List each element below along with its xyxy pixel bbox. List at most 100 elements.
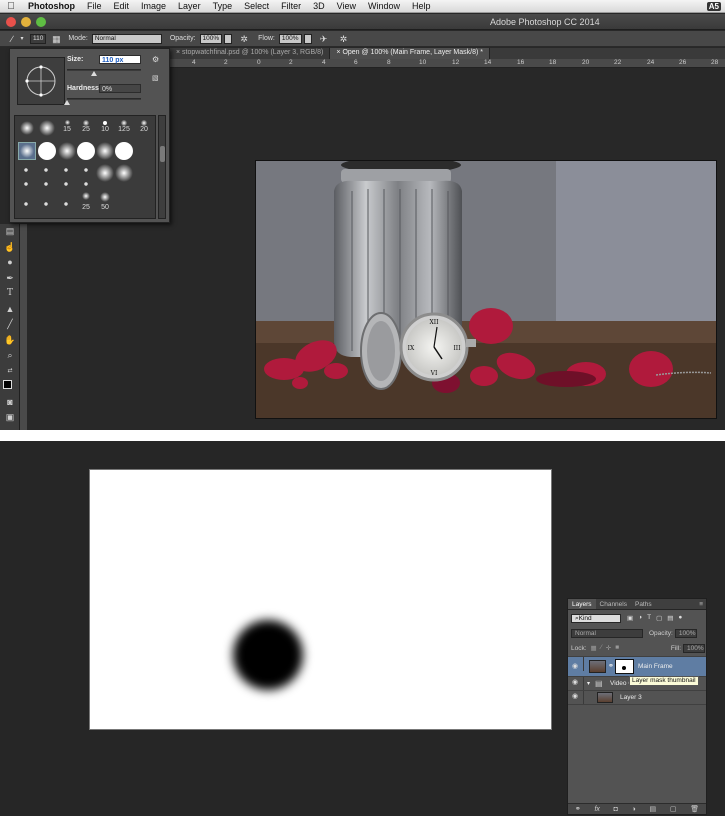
apple-icon[interactable]: : [0, 1, 22, 12]
brush-panel-toggle-icon[interactable]: ▦: [50, 33, 62, 45]
opacity-input[interactable]: 100%: [199, 33, 223, 44]
tab-channels[interactable]: Channels: [596, 599, 631, 609]
minimize-window-button[interactable]: [21, 17, 31, 27]
screen-mode-icon[interactable]: ▣: [0, 410, 20, 426]
swap-colors-icon[interactable]: ⇄: [0, 364, 20, 380]
presets-scrollbar[interactable]: [158, 115, 166, 219]
adobe-status-icon[interactable]: A5: [706, 1, 721, 11]
dodge-tool-icon[interactable]: ●: [0, 255, 20, 271]
trash-icon[interactable]: 🗑: [690, 805, 699, 813]
close-window-button[interactable]: [6, 17, 16, 27]
lock-pixels-icon[interactable]: ∕: [601, 644, 602, 652]
menu-edit[interactable]: Edit: [108, 1, 136, 11]
filter-toggle-icon[interactable]: ●: [678, 614, 682, 622]
visibility-eye-icon[interactable]: ◉: [572, 679, 580, 686]
canvas-photo[interactable]: XII III VI IX: [255, 160, 717, 419]
line-tool-icon[interactable]: ╱: [0, 317, 20, 333]
hand-tool-icon[interactable]: ✋: [0, 333, 20, 349]
add-mask-icon[interactable]: ◘: [614, 806, 618, 813]
brush-size-picker[interactable]: 110: [30, 33, 47, 44]
adjustment-layer-icon[interactable]: ◑: [632, 806, 636, 813]
foreground-color-swatch[interactable]: [3, 380, 12, 389]
brush-preset-selected[interactable]: [18, 142, 36, 160]
chain-link-icon[interactable]: ⚭: [608, 662, 614, 670]
brush-preset[interactable]: [115, 164, 133, 182]
hardness-slider-thumb[interactable]: [64, 100, 70, 105]
menu-layer[interactable]: Layer: [172, 1, 207, 11]
visibility-eye-icon[interactable]: ◉: [572, 663, 580, 670]
color-swatches[interactable]: [0, 379, 20, 395]
new-preset-icon[interactable]: ▧: [152, 74, 159, 82]
brush-angle-icon[interactable]: [18, 58, 66, 106]
zoom-tool-icon[interactable]: ⌕: [0, 348, 20, 364]
hardness-input[interactable]: 0%: [99, 84, 141, 93]
menu-image[interactable]: Image: [135, 1, 172, 11]
layer-mask-canvas[interactable]: [89, 469, 552, 730]
menu-3d[interactable]: 3D: [307, 1, 331, 11]
adjustment-filter-icon[interactable]: ◑: [638, 614, 642, 622]
layer-name[interactable]: Layer 3: [620, 694, 642, 701]
layer-row-layer-3[interactable]: ◉ Layer 3: [568, 690, 706, 705]
menu-window[interactable]: Window: [362, 1, 406, 11]
layer-thumbnail[interactable]: [589, 660, 606, 673]
pen-tool-icon[interactable]: ✒: [0, 271, 20, 287]
gradient-tool-icon[interactable]: ▤: [0, 224, 20, 240]
presets-scrollbar-thumb[interactable]: [160, 146, 165, 162]
tab-open[interactable]: × Open @ 100% (Main Frame, Layer Mask/8)…: [330, 48, 490, 59]
blend-mode-select[interactable]: Normal: [571, 628, 643, 638]
lock-position-icon[interactable]: ✛: [606, 644, 611, 652]
menu-filter[interactable]: Filter: [275, 1, 307, 11]
smudge-tool-icon[interactable]: ☝: [0, 240, 20, 256]
menu-type[interactable]: Type: [207, 1, 239, 11]
tab-stopwatchfinal[interactable]: × stopwatchfinal.psd @ 100% (Layer 3, RG…: [170, 48, 331, 59]
brush-preset[interactable]: [38, 119, 56, 137]
brush-preset[interactable]: [38, 142, 56, 160]
menu-help[interactable]: Help: [406, 1, 437, 11]
mode-select[interactable]: Normal: [91, 33, 162, 44]
tab-layers[interactable]: Layers: [568, 599, 596, 609]
visibility-eye-icon[interactable]: ◉: [572, 693, 580, 700]
layer-row-main-frame[interactable]: ◉ ⚭ Main Frame: [568, 656, 706, 676]
layer-opacity-input[interactable]: 100%: [674, 628, 697, 638]
panel-menu-icon[interactable]: ≡: [696, 599, 706, 609]
menu-view[interactable]: View: [331, 1, 362, 11]
tool-preset-dropdown-icon[interactable]: ▾: [18, 33, 26, 45]
fx-icon[interactable]: fx: [594, 806, 599, 813]
brush-preset[interactable]: [77, 142, 95, 160]
expand-triangle-icon[interactable]: ▾: [587, 680, 590, 687]
airbrush-icon[interactable]: ✈: [318, 33, 330, 45]
quick-mask-icon[interactable]: ◙: [0, 395, 20, 411]
lock-all-icon[interactable]: ■: [615, 644, 619, 652]
link-layers-icon[interactable]: ⚭: [575, 805, 581, 813]
brush-preset[interactable]: [96, 142, 114, 160]
hardness-slider[interactable]: [67, 98, 141, 100]
type-filter-icon[interactable]: T: [647, 614, 651, 622]
new-group-icon[interactable]: ▤: [650, 805, 657, 813]
menu-file[interactable]: File: [81, 1, 108, 11]
pressure-opacity-icon[interactable]: ✲: [238, 33, 250, 45]
shape-filter-icon[interactable]: ▢: [656, 614, 662, 622]
new-layer-icon[interactable]: ▢: [670, 805, 677, 813]
pressure-size-icon[interactable]: ✲: [338, 33, 350, 45]
brush-preset[interactable]: [96, 164, 114, 182]
layer-name[interactable]: Main Frame: [638, 663, 673, 670]
pixel-filter-icon[interactable]: ▣: [627, 614, 633, 622]
layer-thumbnail[interactable]: [597, 692, 613, 703]
tab-paths[interactable]: Paths: [631, 599, 656, 609]
size-input[interactable]: 110 px: [99, 55, 141, 64]
menu-app-name[interactable]: Photoshop: [22, 1, 81, 11]
gear-icon[interactable]: ⚙: [152, 55, 159, 64]
flow-input[interactable]: 100%: [278, 33, 302, 44]
brush-tip-preview[interactable]: [17, 57, 65, 105]
opacity-dropdown[interactable]: [224, 33, 233, 44]
brush-tool-icon[interactable]: ∕: [6, 33, 18, 45]
layer-mask-thumbnail[interactable]: [615, 659, 634, 674]
brush-preset[interactable]: [115, 142, 133, 160]
brush-preset[interactable]: [58, 142, 76, 160]
fill-input[interactable]: 100%: [683, 643, 705, 653]
brush-preset[interactable]: [18, 119, 36, 137]
path-selection-tool-icon[interactable]: ▲: [0, 302, 20, 318]
zoom-window-button[interactable]: [36, 17, 46, 27]
type-tool-icon[interactable]: T: [0, 286, 20, 302]
smart-object-filter-icon[interactable]: ▤: [667, 614, 673, 622]
